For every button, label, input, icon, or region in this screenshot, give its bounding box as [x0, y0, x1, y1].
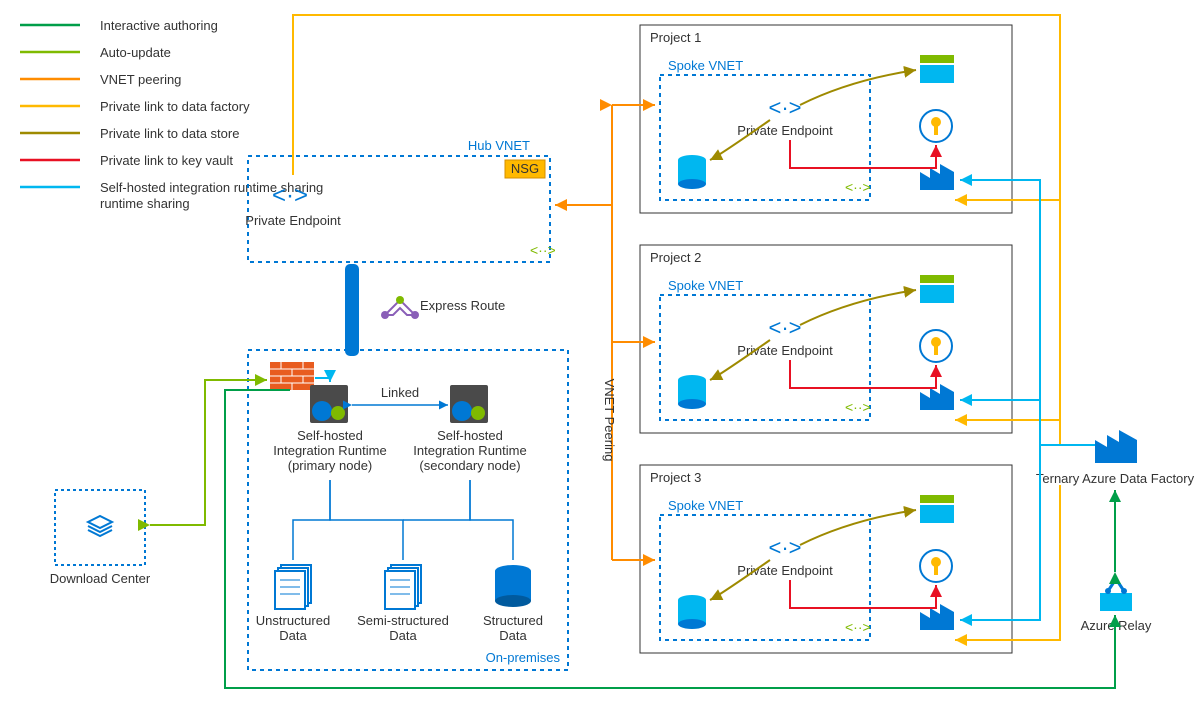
- svg-text:Project 1: Project 1: [650, 30, 701, 45]
- semi-structured-data-icon: [385, 565, 421, 609]
- svg-text:Semi-structuredData: Semi-structuredData: [357, 613, 449, 643]
- legend-label: Private link to key vault: [100, 153, 233, 168]
- shir-secondary-icon: [450, 385, 488, 423]
- shir-primary-icon: [310, 385, 348, 423]
- project-1: Project 1 Spoke VNET <·> Private Endpoin…: [640, 25, 1012, 213]
- svg-text:Private Endpoint: Private Endpoint: [737, 123, 833, 138]
- key-vault-icon: [920, 110, 952, 142]
- hub-vnet: Hub VNET NSG <·> Private Endpoint <··>: [245, 138, 555, 262]
- vnet-tag-icon: <··>: [845, 179, 871, 195]
- svg-text:Project 2: Project 2: [650, 250, 701, 265]
- svg-text:Self-hostedIntegration Runtime: Self-hostedIntegration Runtime(secondary…: [413, 428, 526, 473]
- on-premises: On-premises Linked Self-hostedIntegratio…: [248, 350, 568, 670]
- svg-text:Azure Relay: Azure Relay: [1081, 618, 1152, 633]
- svg-text:UnstructuredData: UnstructuredData: [256, 613, 330, 643]
- svg-text:Spoke VNET: Spoke VNET: [668, 58, 743, 73]
- private-endpoint-icon: <·>: [768, 315, 801, 340]
- svg-text:Hub VNET: Hub VNET: [468, 138, 530, 153]
- legend-label: Auto-update: [100, 45, 171, 60]
- sql-db-icon: [678, 595, 706, 629]
- private-endpoint-icon: <·>: [272, 182, 308, 209]
- legend-label: Private link to data store: [100, 126, 239, 141]
- storage-icon: [920, 275, 954, 303]
- vnet-tag-icon: <··>: [845, 399, 871, 415]
- svg-text:Linked: Linked: [381, 385, 419, 400]
- svg-text:Private Endpoint: Private Endpoint: [737, 563, 833, 578]
- project-2: Project 2 Spoke VNET <·> Private Endpoin…: [640, 245, 1012, 433]
- legend-label: Private link to data factory: [100, 99, 250, 114]
- legend-label: Interactive authoring: [100, 18, 218, 33]
- svg-text:Project 3: Project 3: [650, 470, 701, 485]
- svg-text:StructuredData: StructuredData: [483, 613, 543, 643]
- express-route: Express Route: [345, 264, 505, 356]
- private-endpoint-icon: <·>: [768, 535, 801, 560]
- svg-text:Spoke VNET: Spoke VNET: [668, 498, 743, 513]
- azure-relay: Azure Relay: [1081, 579, 1152, 633]
- svg-text:<·>: <·>: [272, 182, 308, 209]
- project-3: Project 3 Spoke VNET <·> Private Endpoin…: [640, 465, 1012, 653]
- svg-text:Express Route: Express Route: [420, 298, 505, 313]
- firewall-icon: [270, 362, 314, 390]
- storage-icon: [920, 495, 954, 523]
- svg-text:runtime sharing: runtime sharing: [100, 196, 190, 211]
- download-center: Download Center: [50, 490, 151, 586]
- svg-text:Spoke VNET: Spoke VNET: [668, 278, 743, 293]
- svg-text:Self-hostedIntegration Runtime: Self-hostedIntegration Runtime(primary n…: [273, 428, 386, 473]
- svg-text:NSG: NSG: [511, 161, 539, 176]
- vnet-tag-icon: <··>: [530, 242, 556, 258]
- svg-text:Download Center: Download Center: [50, 571, 151, 586]
- svg-text:Private Endpoint: Private Endpoint: [737, 343, 833, 358]
- sql-db-icon: [678, 375, 706, 409]
- structured-data-icon: [495, 565, 531, 607]
- key-vault-icon: [920, 550, 952, 582]
- architecture-diagram: Interactive authoring Auto-update VNET p…: [0, 0, 1204, 703]
- svg-text:On-premises: On-premises: [486, 650, 561, 665]
- key-vault-icon: [920, 330, 952, 362]
- svg-text:Ternary Azure Data Factory: Ternary Azure Data Factory: [1036, 471, 1195, 486]
- vnet-tag-icon: <··>: [845, 619, 871, 635]
- storage-icon: [920, 55, 954, 83]
- legend-label: VNET peering: [100, 72, 181, 87]
- private-endpoint-icon: <·>: [768, 95, 801, 120]
- svg-text:VNET Peering: VNET Peering: [602, 379, 617, 462]
- unstructured-data-icon: [275, 565, 311, 609]
- sql-db-icon: [678, 155, 706, 189]
- svg-text:Private Endpoint: Private Endpoint: [245, 213, 341, 228]
